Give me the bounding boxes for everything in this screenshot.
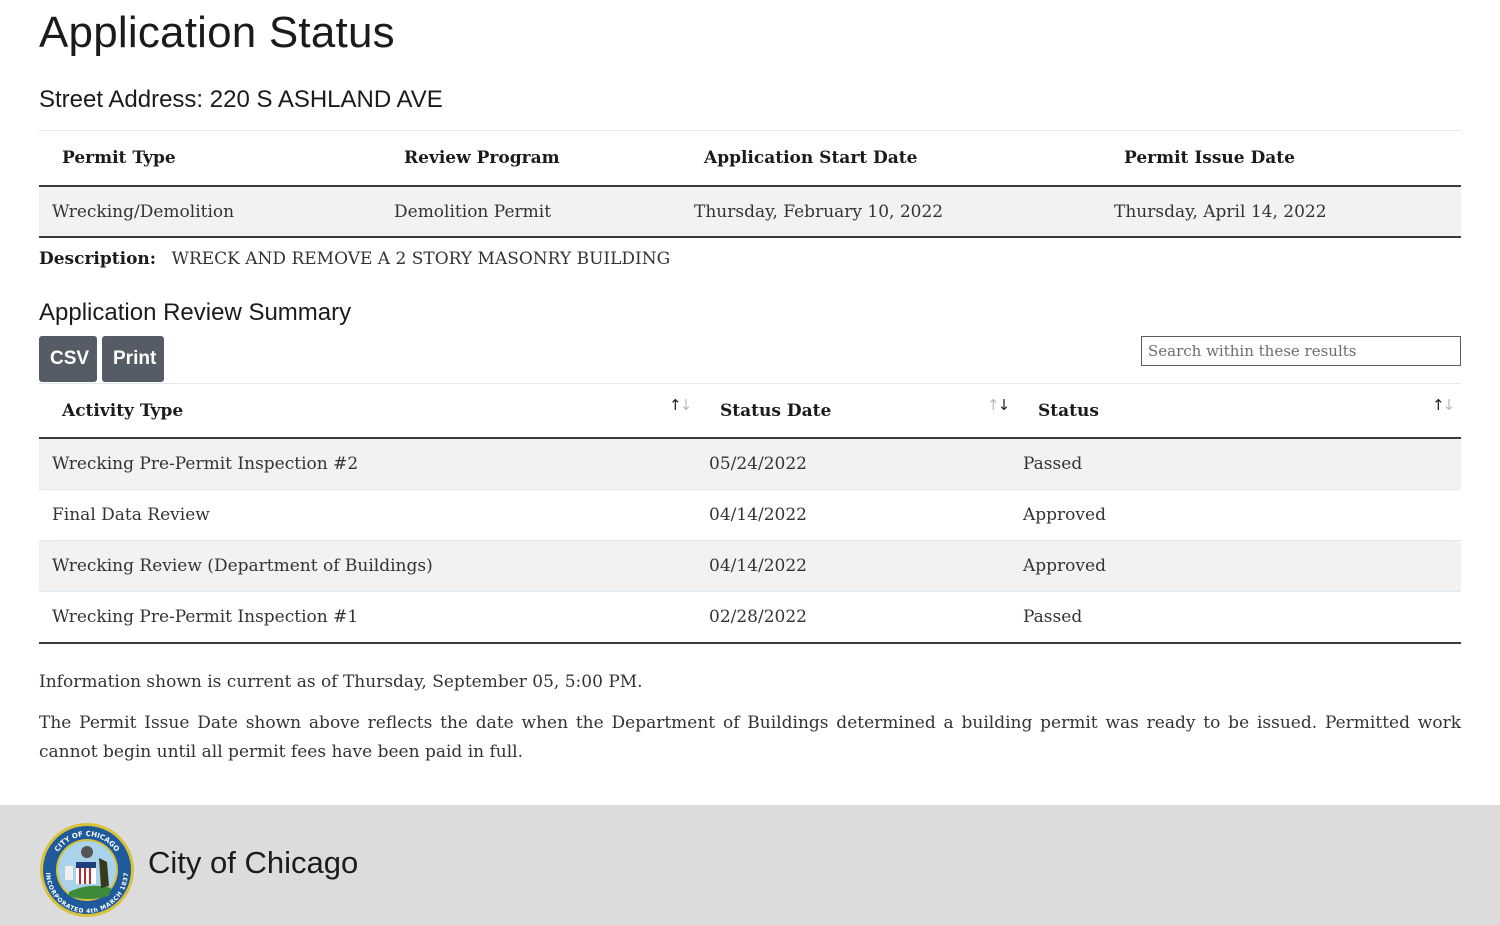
table-row: Wrecking Review (Department of Buildings… xyxy=(39,540,1461,592)
search-results-input[interactable] xyxy=(1141,336,1461,366)
sort-arrows-icon[interactable]: ↑↓ xyxy=(669,396,692,414)
application-start-date-value: Thursday, February 10, 2022 xyxy=(681,186,1101,238)
review-summary-title: Application Review Summary xyxy=(39,299,352,326)
permit-issue-date-value: Thursday, April 14, 2022 xyxy=(1101,186,1461,238)
street-address: Street Address: 220 S ASHLAND AVE xyxy=(39,86,443,113)
review-table-header-row: Activity Type ↑↓ Status Date ↑↓ Status ↑… xyxy=(39,384,1461,439)
permit-issue-date-note: The Permit Issue Date shown above reflec… xyxy=(39,713,1461,762)
csv-export-button[interactable]: CSV xyxy=(39,336,97,382)
description-label: Description: xyxy=(39,249,157,269)
status-date-cell: 04/14/2022 xyxy=(698,489,1016,541)
city-seal-icon[interactable]: CITY OF CHICAGO INCORPORATED 4th MARCH 1… xyxy=(39,822,135,918)
description-value: WRECK AND REMOVE A 2 STORY MASONRY BUILD… xyxy=(171,249,671,269)
header-permit-issue-date: Permit Issue Date xyxy=(1101,131,1461,187)
header-activity-type[interactable]: Activity Type ↑↓ xyxy=(39,384,698,439)
review-program-value: Demolition Permit xyxy=(381,186,681,238)
status-date-cell: 05/24/2022 xyxy=(698,438,1016,490)
sort-arrows-icon[interactable]: ↑↓ xyxy=(987,396,1010,414)
status-cell: Passed xyxy=(1016,438,1461,490)
table-row: Wrecking Pre-Permit Inspection #2 05/24/… xyxy=(39,438,1461,490)
activity-type-cell: Wrecking Pre-Permit Inspection #2 xyxy=(39,438,698,490)
print-button[interactable]: Print xyxy=(102,336,164,382)
permit-table: Permit Type Review Program Application S… xyxy=(39,131,1461,238)
header-status-date-label: Status Date xyxy=(720,401,832,421)
page-title: Application Status xyxy=(39,8,395,57)
table-row: Wrecking Pre-Permit Inspection #1 02/28/… xyxy=(39,591,1461,644)
header-application-start-date: Application Start Date xyxy=(681,131,1101,187)
info-current-as-of: Information shown is current as of Thurs… xyxy=(39,672,643,692)
header-status-label: Status xyxy=(1038,401,1099,421)
header-status[interactable]: Status ↑↓ xyxy=(1016,384,1461,439)
activity-type-cell: Wrecking Review (Department of Buildings… xyxy=(39,540,698,592)
status-cell: Passed xyxy=(1016,591,1461,644)
header-permit-type: Permit Type xyxy=(39,131,381,187)
activity-type-cell: Final Data Review xyxy=(39,489,698,541)
status-cell: Approved xyxy=(1016,540,1461,592)
sort-arrows-icon[interactable]: ↑↓ xyxy=(1432,396,1455,414)
header-activity-type-label: Activity Type xyxy=(62,401,184,421)
header-review-program: Review Program xyxy=(381,131,681,187)
permit-type-value: Wrecking/Demolition xyxy=(39,186,381,238)
status-date-cell: 04/14/2022 xyxy=(698,540,1016,592)
review-table: Activity Type ↑↓ Status Date ↑↓ Status ↑… xyxy=(39,384,1461,644)
permit-row: Wrecking/Demolition Demolition Permit Th… xyxy=(39,186,1461,238)
description: Description: WRECK AND REMOVE A 2 STORY … xyxy=(39,249,670,269)
permit-table-header-row: Permit Type Review Program Application S… xyxy=(39,131,1461,187)
status-cell: Approved xyxy=(1016,489,1461,541)
activity-type-cell: Wrecking Pre-Permit Inspection #1 xyxy=(39,591,698,644)
footer: CITY OF CHICAGO INCORPORATED 4th MARCH 1… xyxy=(0,805,1500,925)
table-row: Final Data Review 04/14/2022 Approved xyxy=(39,489,1461,541)
footer-city-name[interactable]: City of Chicago xyxy=(148,845,358,881)
header-status-date[interactable]: Status Date ↑↓ xyxy=(698,384,1016,439)
status-date-cell: 02/28/2022 xyxy=(698,591,1016,644)
